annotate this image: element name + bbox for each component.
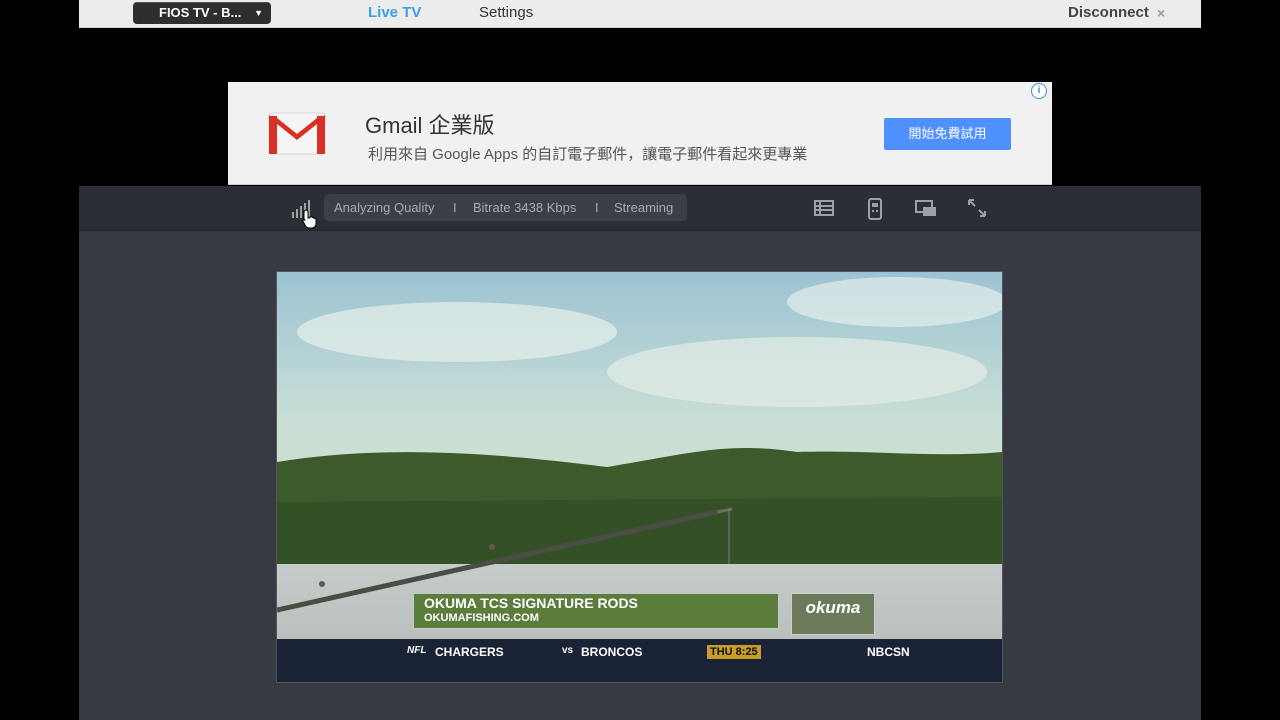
ticker-league: NFL <box>407 645 427 656</box>
ticker-team2: BRONCOS <box>581 645 643 659</box>
sponsor-logo: okuma <box>791 593 875 635</box>
top-bar: FIOS TV - B... ▼ Live TV Settings Discon… <box>79 0 1201 28</box>
streaming-status: Streaming <box>614 200 674 215</box>
ad-cta-button[interactable]: 開始免費試用 <box>884 118 1011 150</box>
network-logo: NBCSN <box>867 645 910 659</box>
guide-list-icon[interactable] <box>813 198 835 218</box>
ad-description: 利用來自 Google Apps 的自訂電子郵件，讓電子郵件看起來更專業 <box>368 146 808 163</box>
ticker-time: THU 8:25 <box>707 645 761 659</box>
player-area: Analyzing Quality I Bitrate 3438 Kbps I … <box>79 186 1201 720</box>
score-ticker: NFL CHARGERS vs BRONCOS THU 8:25 NBCSN <box>277 639 1002 682</box>
device-select-label: FIOS TV - B... <box>159 5 242 20</box>
ticker-team1: CHARGERS <box>435 645 504 659</box>
lower-third-url: OKUMAFISHING.COM <box>424 612 539 624</box>
ticker-vs: vs <box>562 645 574 656</box>
remote-icon[interactable] <box>867 198 883 220</box>
tab-settings[interactable]: Settings <box>479 0 533 26</box>
close-icon[interactable]: × <box>1157 0 1165 26</box>
tab-live-tv[interactable]: Live TV <box>368 0 421 26</box>
hand-cursor-icon <box>302 209 317 229</box>
info-icon[interactable]: i <box>1031 83 1047 99</box>
player-controls-bar: Analyzing Quality I Bitrate 3438 Kbps I … <box>79 186 1201 231</box>
lower-third-banner: OKUMA TCS SIGNATURE RODS OKUMAFISHING.CO… <box>413 593 779 629</box>
ad-banner[interactable]: Gmail 企業版 利用來自 Google Apps 的自訂電子郵件，讓電子郵件… <box>228 82 1052 185</box>
ad-title: Gmail 企業版 <box>365 113 495 138</box>
picture-in-picture-icon[interactable] <box>915 198 937 218</box>
quality-status: Analyzing Quality <box>334 200 435 215</box>
video-frame[interactable]: OKUMA TCS SIGNATURE RODS OKUMAFISHING.CO… <box>276 271 1003 683</box>
status-separator: I <box>595 200 599 215</box>
fullscreen-icon[interactable] <box>967 198 987 218</box>
device-select[interactable]: FIOS TV - B... ▼ <box>133 2 271 24</box>
gmail-logo-icon <box>268 112 326 155</box>
stream-status: Analyzing Quality I Bitrate 3438 Kbps I … <box>324 194 687 221</box>
disconnect-button[interactable]: Disconnect <box>1068 0 1149 26</box>
chevron-down-icon: ▼ <box>254 8 263 18</box>
bitrate-status: Bitrate 3438 Kbps <box>473 200 577 215</box>
lower-third-title: OKUMA TCS SIGNATURE RODS <box>424 595 638 611</box>
status-separator: I <box>453 200 457 215</box>
